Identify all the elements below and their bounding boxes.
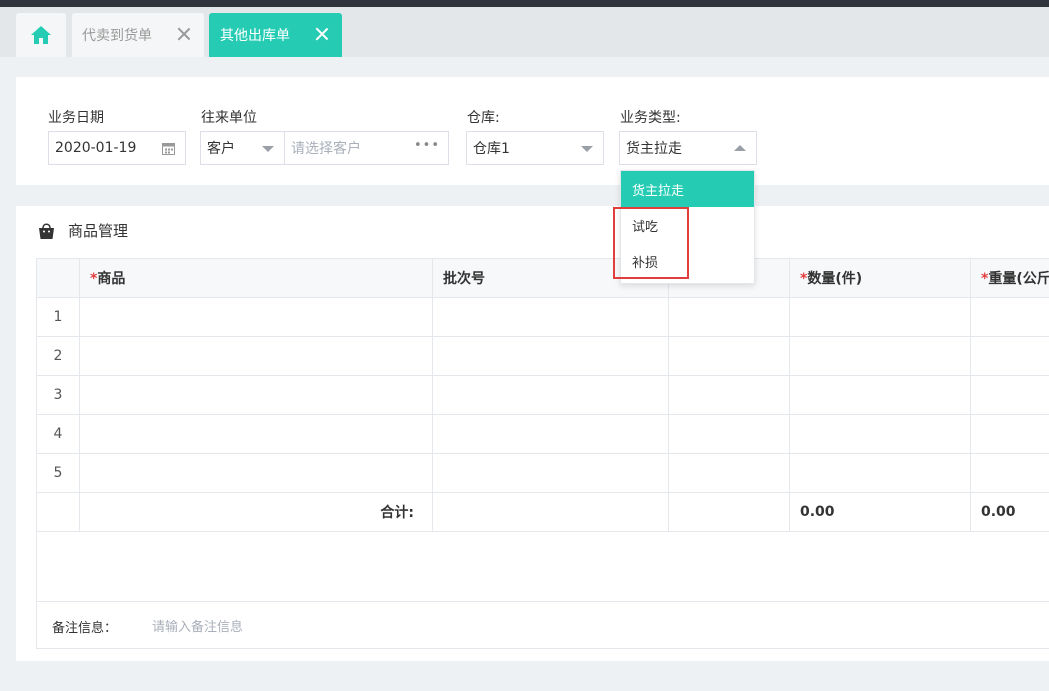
goods-table: *商品 批次号 *数量(件) *重量(公斤) 1 2 3 4 5 合计: 0.0… xyxy=(36,258,1049,532)
partner-type-select[interactable]: 客户 xyxy=(200,131,285,165)
table-row[interactable]: 2 xyxy=(36,336,1049,376)
table-header: *商品 批次号 *数量(件) *重量(公斤) xyxy=(36,258,1049,298)
biz-type-value: 货主拉走 xyxy=(626,141,682,157)
header-goods: *商品 xyxy=(79,258,433,298)
table-row[interactable]: 4 xyxy=(36,414,1049,454)
tab-label: 代卖到货单 xyxy=(82,28,152,44)
calendar-icon[interactable] xyxy=(162,142,175,155)
more-icon[interactable]: ••• xyxy=(414,138,440,153)
partner-placeholder: 请选择客户 xyxy=(291,141,361,157)
chevron-up-icon xyxy=(734,145,746,151)
tab-bar: 代卖到货单 其他出库单 xyxy=(0,7,1049,57)
tab-label: 其他出库单 xyxy=(220,28,290,44)
sum-row: 合计: 0.00 0.00 xyxy=(36,492,1049,532)
remark-input[interactable]: 请输入备注信息 xyxy=(152,616,243,635)
date-field[interactable]: 2020-01-19 xyxy=(48,131,186,165)
divider xyxy=(37,601,1049,602)
header-index xyxy=(36,258,80,298)
date-value: 2020-01-19 xyxy=(55,140,137,156)
chevron-down-icon xyxy=(262,146,274,152)
section-title: 商品管理 xyxy=(68,222,129,240)
sum-weight: 0.00 xyxy=(970,492,1049,532)
home-icon xyxy=(31,26,51,44)
option-owner-takeaway[interactable]: 货主拉走 xyxy=(621,171,754,207)
table-row[interactable]: 3 xyxy=(36,375,1049,415)
sum-label: 合计: xyxy=(79,492,433,532)
warehouse-select[interactable]: 仓库1 xyxy=(466,131,604,165)
header-weight: *重量(公斤) xyxy=(970,258,1049,298)
basket-icon xyxy=(39,223,54,239)
tab-other-outbound[interactable]: 其他出库单 xyxy=(209,13,342,57)
partner-label: 往来单位 xyxy=(201,110,257,126)
biz-type-select[interactable]: 货主拉走 xyxy=(619,131,757,165)
header-qty: *数量(件) xyxy=(789,258,971,298)
tab-home[interactable] xyxy=(16,13,66,57)
warehouse-value: 仓库1 xyxy=(473,141,510,157)
biz-type-label: 业务类型: xyxy=(620,110,681,126)
partner-customer-input[interactable]: 请选择客户 ••• xyxy=(284,131,449,165)
warehouse-label: 仓库: xyxy=(467,110,500,126)
close-icon[interactable] xyxy=(176,26,192,42)
table-row[interactable]: 5 xyxy=(36,453,1049,493)
partner-type-value: 客户 xyxy=(207,141,235,157)
remark-label: 备注信息： xyxy=(52,621,118,636)
sum-qty: 0.00 xyxy=(789,492,971,532)
chevron-down-icon xyxy=(581,146,593,152)
date-label: 业务日期 xyxy=(48,110,104,126)
highlight-box xyxy=(613,207,689,279)
close-icon[interactable] xyxy=(314,26,330,42)
top-bar xyxy=(0,0,1049,7)
tab-consign-arrival[interactable]: 代卖到货单 xyxy=(72,13,204,57)
form-panel: 业务日期 2020-01-19 往来单位 客户 请选择客户 ••• 仓库: 仓库… xyxy=(16,77,1049,185)
table-row[interactable]: 1 xyxy=(36,297,1049,337)
